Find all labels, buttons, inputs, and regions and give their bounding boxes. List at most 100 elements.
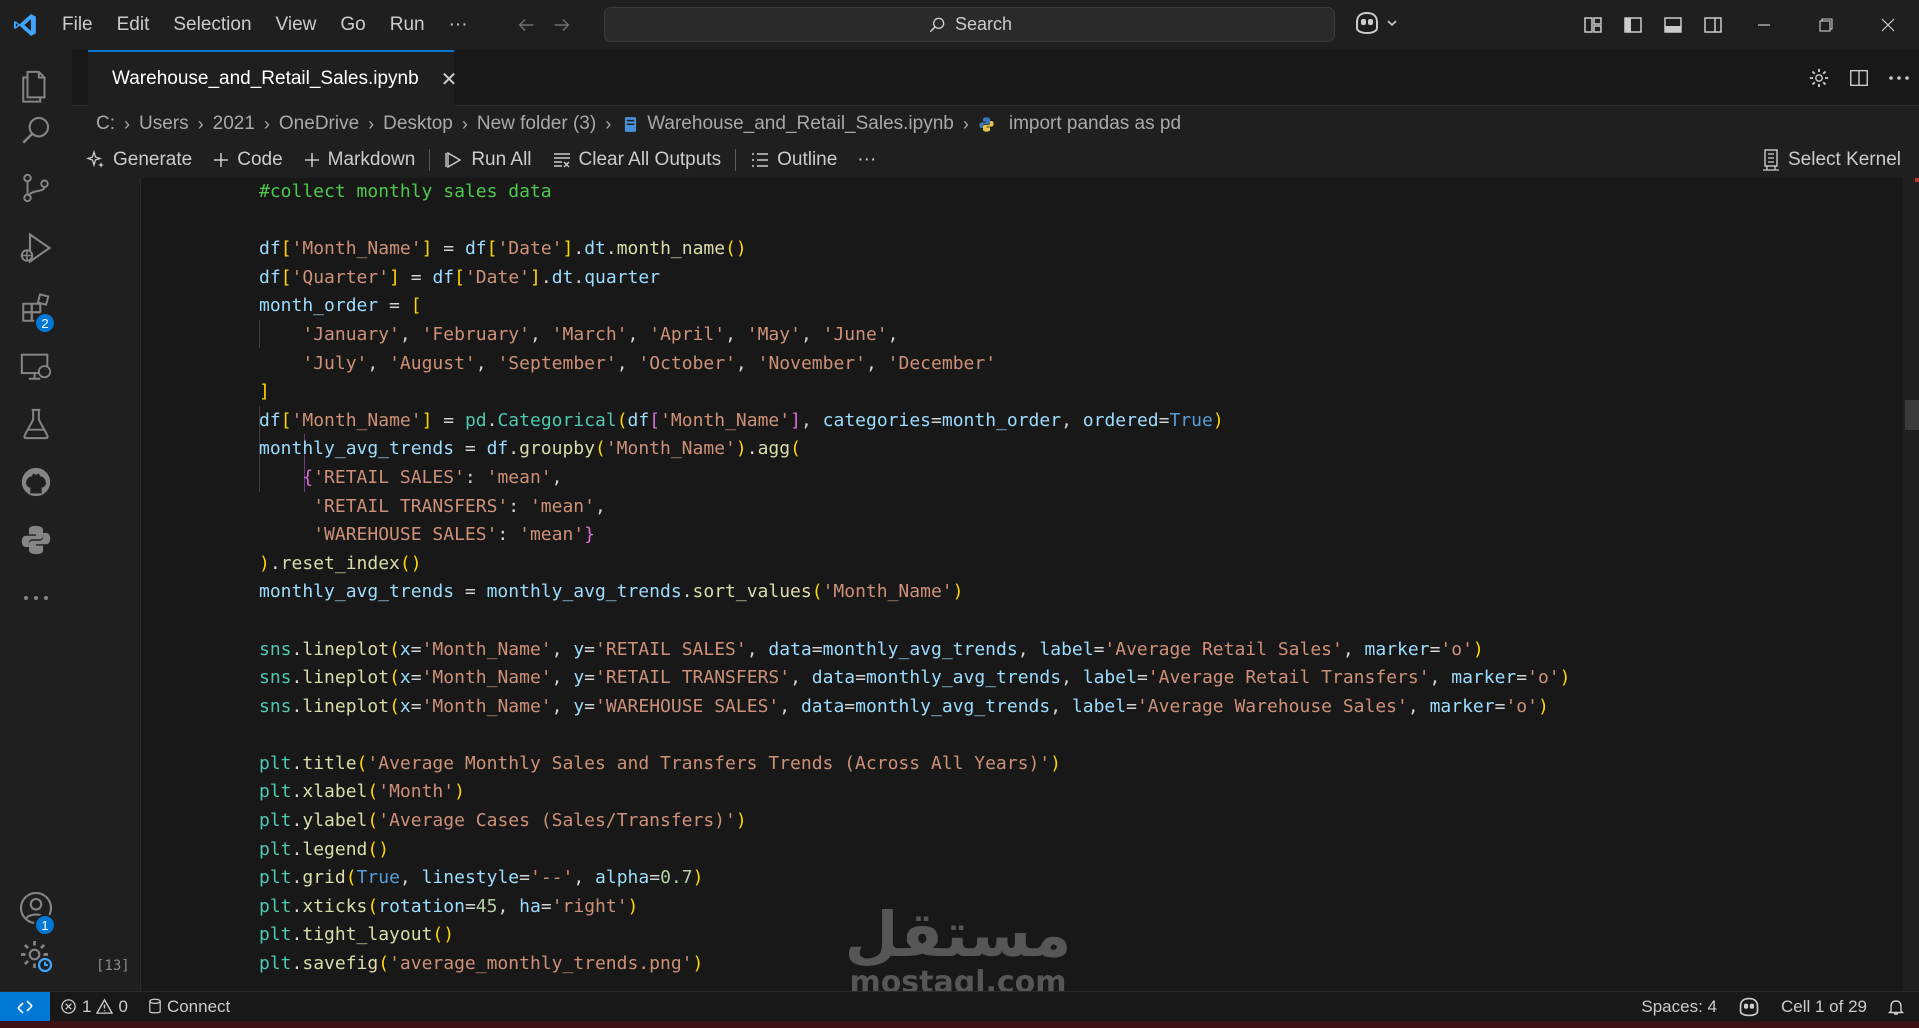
chevron-right-icon: › [962,113,969,134]
extensions-icon[interactable]: 2 [0,278,72,338]
back-arrow-icon[interactable] [515,14,537,36]
editor-tab-bar: Warehouse_and_Retail_Sales.ipynb ✕ [72,50,1919,106]
breadcrumb-item[interactable]: Warehouse_and_Retail_Sales.ipynb [647,113,954,135]
menu-edit[interactable]: Edit [105,0,162,50]
menu-run[interactable]: Run [378,0,437,50]
remote-explorer-icon[interactable] [0,336,72,396]
flask-icon[interactable] [0,394,72,454]
github-icon[interactable] [0,452,72,512]
search-label: Search [954,14,1013,34]
generate-button[interactable]: Generate [72,142,202,178]
source-control-icon[interactable] [0,158,72,218]
toolbar-divider [735,149,737,171]
scrollbar-thumb[interactable] [1905,400,1919,430]
manage-gear-icon[interactable] [0,926,72,986]
title-bar: File Edit Selection View Go Run ··· Sear… [0,0,1919,50]
search-icon [929,17,945,32]
indentation-indicator[interactable]: Spaces: 4 [1631,992,1727,1022]
markdown-label: Markdown [327,149,416,170]
scrollbar-error-marker [1915,178,1919,182]
tab-label: Warehouse_and_Retail_Sales.ipynb [112,68,419,89]
copilot-menu[interactable] [1353,10,1399,36]
restore-icon[interactable] [1795,0,1857,50]
status-bar-right: Spaces: 4 Cell 1 of 29 [1631,992,1919,1022]
execution-count: [13] [96,958,130,974]
plus-icon [214,153,229,167]
tab-notebook[interactable]: Warehouse_and_Retail_Sales.ipynb ✕ [88,50,457,106]
menu-view[interactable]: View [264,0,329,50]
breadcrumb-item[interactable]: Desktop [383,113,453,135]
add-markdown-cell-button[interactable]: Markdown [293,142,426,178]
run-all-label: Run All [471,149,532,170]
close-icon[interactable]: ✕ [441,67,458,92]
gear-icon[interactable] [1799,50,1839,106]
python-icon[interactable] [0,510,72,570]
code-editor[interactable]: #collect monthly sales data df['Month_Na… [259,178,1570,979]
select-kernel-label: Select Kernel [1787,149,1901,170]
toolbar-divider [429,149,431,171]
menu-go[interactable]: Go [328,0,377,50]
menu-bar: File Edit Selection View Go Run ··· [50,0,480,50]
watermark-arabic: مستقل [844,898,1072,971]
run-all-icon [445,151,462,169]
navigation-arrows [515,0,573,50]
chevron-right-icon: › [605,113,612,134]
add-code-cell-button[interactable]: Code [202,142,292,178]
generate-label: Generate [113,149,193,170]
more-icon[interactable] [0,568,72,628]
toggle-secondary-sidebar-icon[interactable] [1693,0,1733,50]
code-cell[interactable]: #collect monthly sales data df['Month_Na… [140,178,1903,991]
remote-icon [17,999,33,1014]
chevron-right-icon: › [461,113,468,134]
outline-label: Outline [777,149,838,170]
problems-indicator[interactable]: 1 0 [50,992,138,1022]
toggle-primary-sidebar-icon[interactable] [1613,0,1653,50]
database-icon [149,998,161,1014]
title-right-controls [1573,0,1919,50]
python-icon [979,116,994,132]
close-window-icon[interactable] [1857,0,1919,50]
command-center-search[interactable]: Search [604,7,1335,42]
copilot-status-icon[interactable] [1727,992,1771,1022]
taskbar-edge [0,1021,1919,1028]
cell-position-indicator[interactable]: Cell 1 of 29 [1771,992,1877,1022]
breadcrumb-item[interactable]: Users [139,113,189,135]
bell-icon[interactable] [1877,992,1919,1022]
select-kernel-button[interactable]: Select Kernel [1762,142,1901,178]
menu-selection[interactable]: Selection [161,0,263,50]
breadcrumb-item[interactable]: OneDrive [279,113,359,135]
activity-bar: 2 1 [0,50,72,991]
customize-layout-icon[interactable] [1573,0,1613,50]
breadcrumb-item[interactable]: import pandas as pd [1009,113,1181,135]
search-icon[interactable] [0,100,72,160]
remote-indicator[interactable] [0,991,50,1022]
editor-actions [1799,50,1919,106]
breadcrumb-item[interactable]: New folder (3) [477,113,596,135]
run-debug-icon[interactable] [0,218,72,278]
outline-button[interactable]: Outline [740,142,847,178]
connect-button[interactable]: Connect [138,992,240,1022]
notebook-file-icon [625,116,637,132]
menu-file[interactable]: File [50,0,105,50]
code-label: Code [237,149,283,170]
breadcrumb-item[interactable]: C: [96,113,115,135]
forward-arrow-icon[interactable] [551,14,573,36]
menu-more[interactable]: ··· [437,0,480,50]
plus-icon [304,153,319,167]
clear-all-icon [553,153,570,168]
warnings-count: 0 [118,996,128,1016]
run-all-button[interactable]: Run All [434,142,541,178]
copilot-icon [1356,11,1378,35]
errors-count: 1 [82,996,92,1016]
minimize-icon[interactable] [1733,0,1795,50]
toolbar-more-button[interactable]: ··· [847,142,886,178]
split-editor-icon[interactable] [1839,50,1879,106]
breadcrumb-item[interactable]: 2021 [213,113,255,135]
chevron-down-icon [1387,20,1397,27]
clear-all-outputs-button[interactable]: Clear All Outputs [542,142,732,178]
more-actions-icon[interactable] [1879,50,1919,106]
toggle-panel-icon[interactable] [1653,0,1693,50]
extensions-badge: 2 [34,312,56,334]
chevron-right-icon: › [263,113,270,134]
chevron-right-icon: › [124,113,130,134]
